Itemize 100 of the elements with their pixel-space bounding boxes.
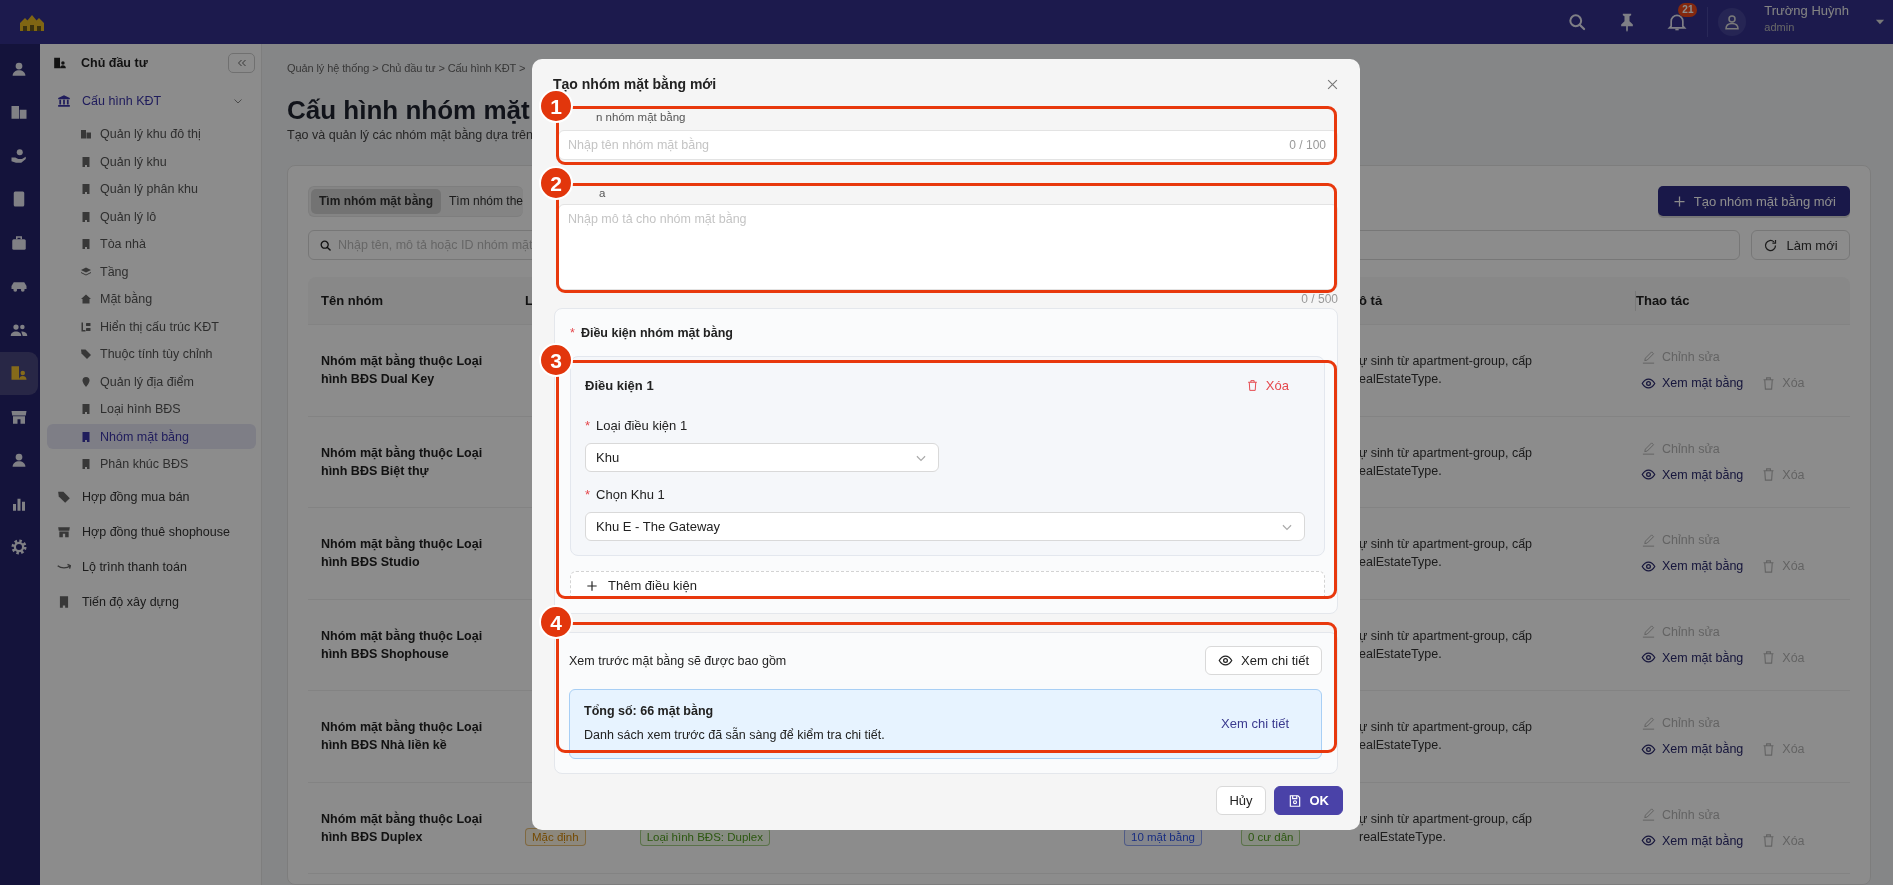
sidebar-header: Chủ đầu tư [81, 56, 148, 70]
description-text: ự sinh từ apartment-group, cấp [1359, 719, 1534, 737]
sidebar-item[interactable]: Tiến độ xây dựng [40, 584, 261, 619]
field-label: Chọn Khu 1 [596, 486, 665, 502]
field-label: Loại điều kiện 1 [596, 417, 688, 433]
plus-icon [585, 578, 599, 593]
search-icon[interactable] [1567, 12, 1588, 32]
pencil-icon [1641, 715, 1656, 731]
eye-icon [1641, 833, 1656, 849]
sidebar-subitem[interactable]: Phân khúc BĐS [47, 451, 256, 477]
user-name: Trường Huỳnh [1764, 3, 1849, 19]
description-text: ealEstateType. [1359, 554, 1443, 572]
sidebar-item[interactable]: Cấu hình KĐT [40, 82, 261, 119]
view-link[interactable]: Xem mặt bằng [1641, 833, 1744, 849]
view-details-button[interactable]: Xem chi tiết [1205, 646, 1322, 675]
sidebar-subitem[interactable]: Quản lý khu đô thị [47, 121, 256, 147]
buildings-icon [10, 103, 28, 122]
select-field[interactable]: Khu [585, 443, 939, 472]
tab[interactable]: Tìm nhóm the [441, 188, 524, 214]
column-header: L [525, 293, 534, 308]
hand-coin-icon [10, 146, 28, 165]
sidebar-subitem[interactable]: Quản lý lô [47, 204, 256, 229]
briefcase-icon [10, 233, 28, 252]
eye-icon [1641, 558, 1656, 574]
group-name: Nhóm mặt bằng thuộc Loại hình BĐS Shophouse [320, 627, 484, 663]
group-name: Nhóm mặt bằng thuộc Loại hình BĐS Nhà liền kề [320, 718, 484, 755]
description-text: ự sinh từ apartment-group, cấp [1359, 536, 1534, 554]
create-group-button[interactable]: Tạo nhóm mặt bằng mới [1657, 186, 1850, 216]
delete-condition-button[interactable]: Xóa [1245, 377, 1289, 393]
tag-icon [57, 489, 71, 504]
trash-icon [1761, 741, 1777, 757]
sidebar-item[interactable]: Lộ trình thanh toán [40, 549, 261, 584]
trash-icon [1761, 558, 1777, 574]
sidebar-subitem[interactable]: Quản lý khu [47, 149, 256, 174]
avatar[interactable] [1718, 8, 1747, 36]
view-link[interactable]: Xem mặt bằng [1641, 467, 1744, 483]
sidebar-subitem[interactable]: Tòa nhà [47, 231, 256, 257]
sidebar-subitem[interactable]: Nhóm mặt bằng [47, 424, 256, 449]
bank-icon [57, 93, 71, 108]
building-icon [80, 430, 92, 443]
summary-text: Danh sách xem trước đã sẵn sàng để kiểm tra chi tiết. [584, 728, 885, 742]
trash-icon [1245, 378, 1259, 392]
sidebar-subitem[interactable]: Thuộc tính tùy chỉnh [47, 341, 256, 367]
building-user-icon [53, 56, 67, 70]
required-mark: * [585, 486, 591, 502]
view-link[interactable]: Xem mặt bằng [1641, 375, 1744, 391]
view-link[interactable]: Xem mặt bằng [1641, 741, 1744, 757]
description-text: ealEstateType. [1359, 371, 1443, 389]
building-icon [80, 183, 92, 195]
building-icon [57, 594, 71, 609]
tag-icon [80, 348, 92, 360]
sidebar-subitem[interactable]: Quản lý địa điểm [47, 369, 256, 394]
sidebar-subitem[interactable]: Mặt bằng [47, 286, 256, 312]
add-condition-button[interactable]: Thêm điều kiện [570, 571, 1325, 599]
column-header: ô tả [1358, 293, 1384, 308]
ok-button[interactable]: OK [1273, 786, 1343, 815]
view-details-link[interactable]: Xem chi tiết [1221, 715, 1289, 731]
section-title: Điều kiện nhóm mặt bằng [580, 326, 733, 340]
sidebar-item[interactable]: Hợp đồng thuê shophouse [40, 514, 261, 549]
layers-icon [80, 265, 92, 278]
map-pin-icon [80, 375, 92, 388]
view-link[interactable]: Xem mặt bằng [1641, 650, 1744, 666]
modal-title: Tạo nhóm mặt bằng mới [553, 76, 717, 92]
bell-icon[interactable] [1667, 12, 1688, 32]
annotation-number: 2 [539, 166, 573, 200]
description-text: ự sinh từ apartment-group, cấp [1359, 810, 1534, 828]
eye-icon [1641, 650, 1656, 666]
pencil-icon [1641, 807, 1656, 823]
cancel-button[interactable]: Hủy [1216, 786, 1266, 815]
buildings-icon [80, 128, 92, 140]
description-text: ealEstateType. [1359, 645, 1443, 663]
tab[interactable]: Tìm nhóm mặt bằng [311, 188, 441, 214]
field-label: a [598, 186, 607, 201]
select-field[interactable]: Khu E - The Gateway [585, 512, 1305, 541]
page-subtitle: Tạo và quản lý các nhóm mặt bằng dựa trên [287, 127, 534, 143]
eye-icon [1218, 653, 1234, 668]
building-icon [80, 458, 92, 470]
page-title: Cấu hình nhóm mặt [287, 94, 530, 127]
sidebar-subitem[interactable]: Tầng [47, 259, 256, 284]
preview-text: Xem trước mặt bằng sẽ được bao gồm [569, 653, 787, 668]
sidebar-item[interactable]: Hợp đồng mua bán [40, 479, 261, 514]
building-icon [80, 403, 92, 415]
sidebar-subitem[interactable]: Loại hình BĐS [47, 396, 256, 422]
notification-badge: 21 [1678, 3, 1698, 17]
summary-title: Tổng số: 66 mặt bằng [584, 704, 715, 718]
curved-arrow-icon [57, 563, 71, 570]
description-text: ự sinh từ apartment-group, cấp [1359, 353, 1534, 371]
trash-icon [1761, 375, 1777, 391]
building-icon [80, 210, 92, 223]
trash-icon [1761, 650, 1777, 666]
sidebar-subitem[interactable]: Hiển thị cấu trúc KĐT [47, 314, 256, 339]
column-header: Tên nhóm [320, 293, 385, 308]
description-text: ự sinh từ apartment-group, cấp [1359, 444, 1534, 462]
refresh-button[interactable]: Làm mới [1751, 230, 1850, 260]
view-link[interactable]: Xem mặt bằng [1641, 558, 1744, 574]
save-icon [1287, 793, 1302, 808]
group-name: Nhóm mặt bằng thuộc Loại hình BĐS Biệt thự [320, 444, 484, 480]
name-input-field[interactable]: Nhập tên nhóm mặt bằng 0 / 100 [558, 130, 1338, 160]
sidebar-subitem[interactable]: Quản lý phân khu [47, 176, 256, 202]
group-name: Nhóm mặt bằng thuộc Loại hình BĐS Studio [320, 535, 484, 572]
